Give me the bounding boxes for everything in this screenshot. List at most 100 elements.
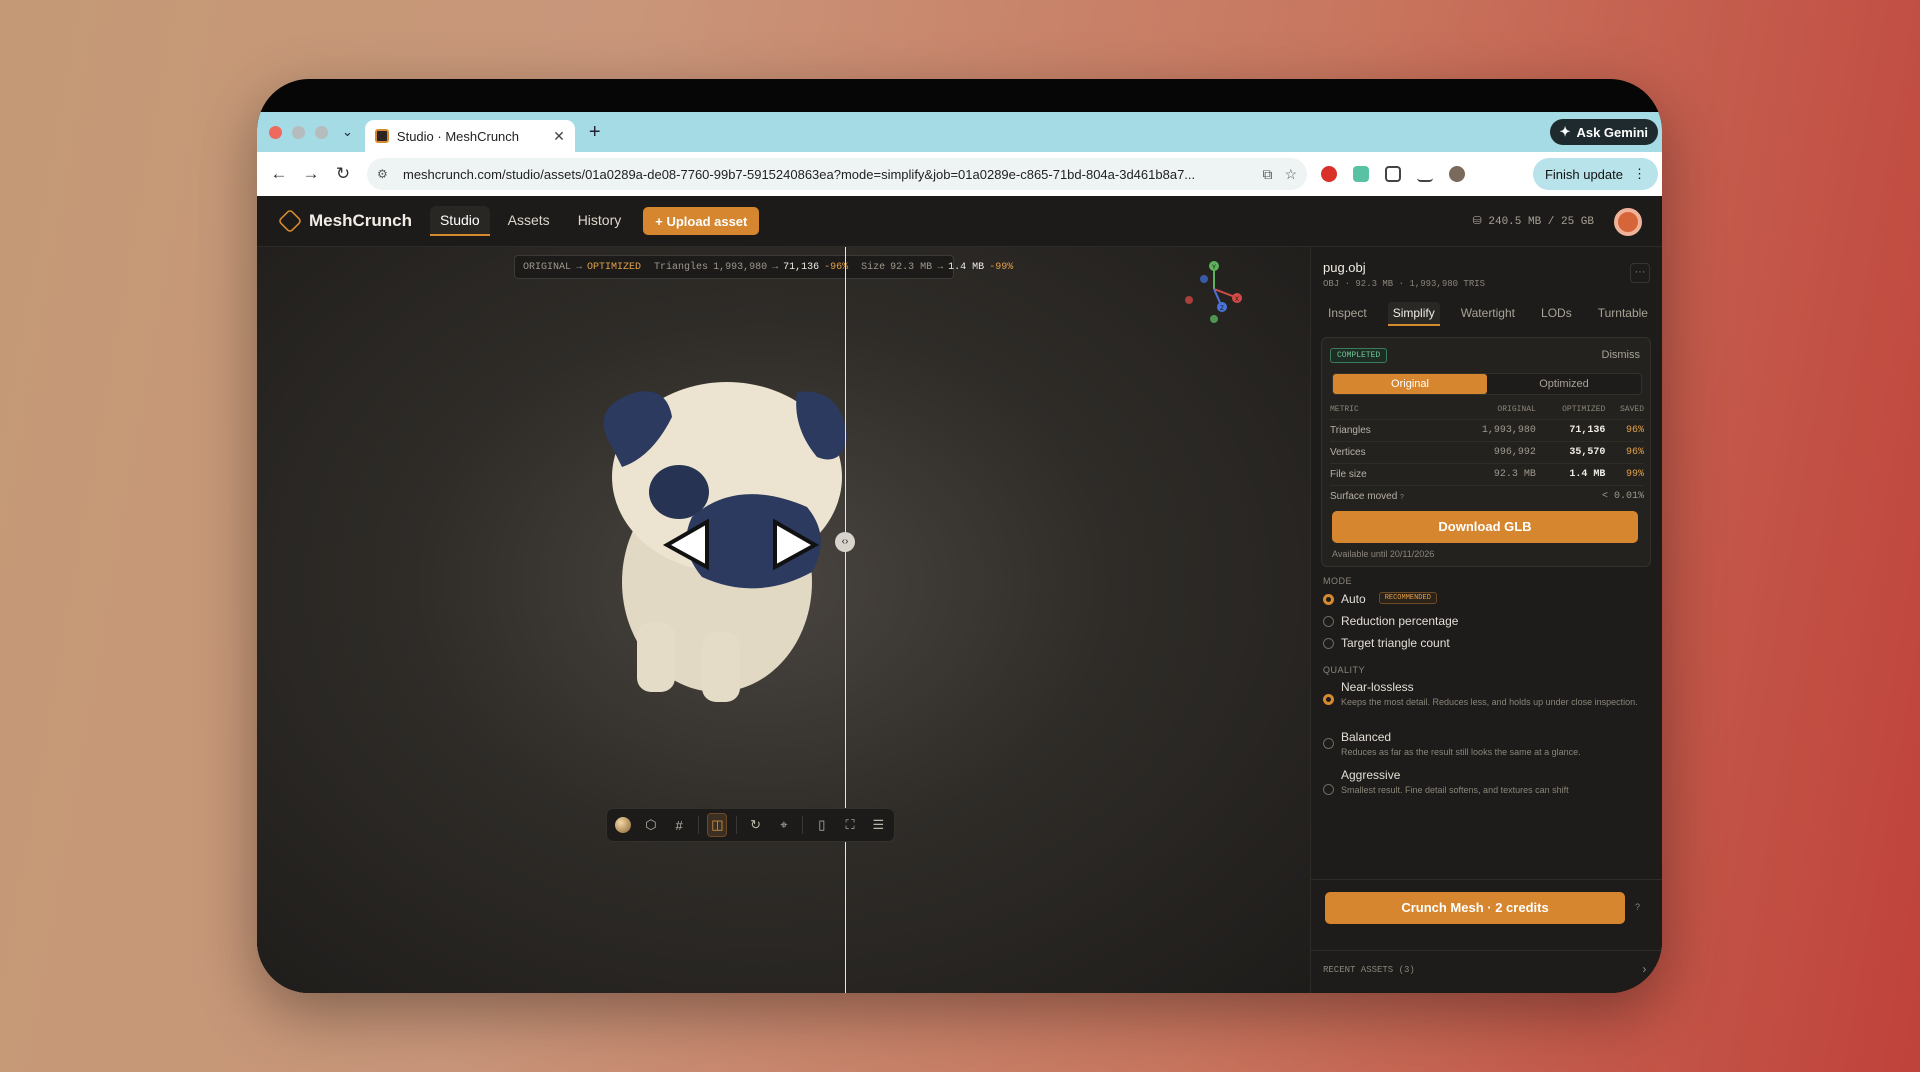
fullscreen-icon[interactable]: ⛶ [840, 813, 859, 837]
grid-icon[interactable]: # [670, 813, 689, 837]
ask-gemini-button[interactable]: ✦ Ask Gemini [1549, 119, 1658, 145]
close-window-button[interactable] [269, 125, 282, 139]
minimize-window-button[interactable] [292, 125, 305, 139]
quality-option: Aggressive Smallest result. Fine detail s… [1341, 768, 1641, 796]
nav-assets[interactable]: Assets [498, 206, 560, 236]
new-tab-button[interactable]: + [589, 121, 601, 144]
result-card: COMPLETED Dismiss Original Optimized MET… [1321, 337, 1651, 567]
ask-gemini-label: Ask Gemini [1576, 124, 1648, 140]
surface-moved-value: < 0.01% [1535, 485, 1644, 507]
more-options-button[interactable]: ··· [1630, 263, 1650, 283]
reload-icon[interactable]: ↻ [327, 164, 359, 184]
tab-turntable[interactable]: Turntable [1593, 302, 1653, 326]
url-field[interactable]: ⚙ meshcrunch.com/studio/assets/01a0289a-… [367, 158, 1307, 190]
help-icon[interactable]: ? [1400, 494, 1404, 501]
focus-icon[interactable]: ⌖ [774, 813, 793, 837]
meshcrunch-favicon-icon [374, 129, 389, 143]
original-cell: 1,993,980 [1448, 419, 1536, 442]
tab-studio[interactable]: Studio · MeshCrunch ✕ [364, 120, 575, 152]
nav-history[interactable]: History [568, 206, 632, 236]
recent-assets-label: RECENT ASSETS (3) [1323, 965, 1415, 975]
mode-reduction-radio[interactable]: Reduction percentage [1323, 614, 1458, 628]
original-label: ORIGINAL [523, 261, 572, 273]
storage-text: 240.5 MB / 25 GB [1488, 216, 1594, 228]
app-header: MeshCrunch Studio Assets History + Uploa… [257, 196, 1662, 247]
triangles-original: 1,993,980 [713, 261, 768, 273]
optimized-cell: 71,136 [1535, 419, 1606, 442]
upload-asset-button[interactable]: + Upload asset [643, 207, 760, 235]
metrics-table: METRIC ORIGINAL OPTIMIZED SAVED Triangle… [1330, 402, 1644, 507]
toolbar-divider [736, 816, 737, 834]
panel-tabs: Inspect Simplify Watertight LODs Turntab… [1323, 302, 1653, 326]
side-panel-icon[interactable]: ▯ [812, 813, 831, 837]
saved-cell: 96% [1605, 441, 1644, 464]
radio-selected-icon [1323, 594, 1334, 605]
brand[interactable]: MeshCrunch [277, 208, 412, 234]
compare-divider[interactable] [845, 247, 846, 993]
quality-aggressive-radio[interactable]: Aggressive Smallest result. Fine detail s… [1323, 768, 1641, 796]
bookmark-star-icon[interactable]: ☆ [1284, 166, 1297, 183]
kebab-menu-icon[interactable]: ⋮ [1633, 166, 1646, 182]
tab-lods[interactable]: LODs [1536, 302, 1577, 326]
cube-icon[interactable]: ⬡ [641, 813, 660, 837]
metric-cell: File size [1330, 463, 1449, 486]
brand-name: MeshCrunch [309, 211, 412, 230]
finish-update-button[interactable]: Finish update ⋮ [1532, 158, 1658, 190]
saved-cell: 96% [1605, 419, 1644, 442]
side-panel: pug.obj OBJ · 92.3 MB · 1,993,980 TRIS ·… [1310, 247, 1662, 993]
quality-balanced-radio[interactable]: Balanced Reduces as far as the result sti… [1323, 730, 1641, 758]
download-glb-button[interactable]: Download GLB [1332, 511, 1638, 543]
file-name: pug.obj [1323, 260, 1366, 275]
sliders-icon[interactable]: ☰ [869, 813, 888, 837]
back-arrow-icon[interactable]: ← [263, 164, 295, 184]
tab-simplify[interactable]: Simplify [1387, 302, 1440, 326]
site-settings-icon[interactable]: ⚙ [377, 167, 393, 181]
size-original: 92.3 MB [890, 261, 933, 273]
toggle-original[interactable]: Original [1333, 374, 1487, 394]
nav-studio[interactable]: Studio [429, 206, 490, 236]
split-compare-icon[interactable]: ◫ [707, 813, 728, 837]
table-row: File size 92.3 MB 1.4 MB 99% [1330, 463, 1644, 486]
quality-option: Balanced Reduces as far as the result sti… [1341, 730, 1641, 758]
download-icon[interactable] [1417, 166, 1433, 182]
extension-red-icon[interactable] [1321, 166, 1337, 182]
dismiss-button[interactable]: Dismiss [1602, 349, 1641, 361]
table-row: Surface moved ? < 0.01% [1330, 485, 1644, 507]
extension-green-icon[interactable] [1353, 166, 1369, 182]
zoom-window-button[interactable] [315, 125, 328, 139]
mode-auto-radio[interactable]: Auto RECOMMENDED [1323, 592, 1437, 606]
meshcrunch-logo-icon [277, 208, 303, 234]
quality-section-title: QUALITY [1323, 665, 1366, 675]
tab-inspect[interactable]: Inspect [1323, 302, 1372, 326]
avatar[interactable] [1614, 208, 1642, 236]
profile-icon[interactable] [1449, 166, 1465, 182]
chevron-right-icon: › [1640, 963, 1648, 977]
arrow-icon: → [772, 261, 779, 273]
extensions-puzzle-icon[interactable] [1385, 166, 1401, 182]
quality-description: Reduces as far as the result still looks… [1341, 747, 1581, 757]
help-icon[interactable]: ? [1635, 902, 1640, 912]
compare-handle-icon[interactable]: ‹› [835, 532, 855, 552]
forward-arrow-icon[interactable]: → [295, 164, 327, 184]
axis-z-label: Z [1220, 306, 1224, 312]
file-meta: OBJ · 92.3 MB · 1,993,980 TRIS [1323, 279, 1486, 289]
mode-target-radio[interactable]: Target triangle count [1323, 636, 1450, 650]
install-app-icon[interactable]: ⧉ [1262, 166, 1272, 183]
recent-assets[interactable]: RECENT ASSETS (3) › [1311, 950, 1662, 993]
tab-search-dropdown-icon[interactable]: ⌄ [342, 124, 353, 140]
close-tab-icon[interactable]: ✕ [553, 128, 565, 145]
device-frame: ⌄ Studio · MeshCrunch ✕ + ✦ Ask Gemini ←… [257, 79, 1662, 993]
axis-gizmo-icon[interactable]: Y X Z [1177, 257, 1257, 327]
tab-watertight[interactable]: Watertight [1456, 302, 1520, 326]
surface-moved-text: Surface moved [1330, 491, 1398, 502]
crunch-mesh-button[interactable]: Crunch Mesh · 2 credits [1325, 892, 1625, 924]
material-sphere-icon[interactable] [613, 813, 632, 837]
sparkle-icon: ✦ [1559, 124, 1571, 139]
toggle-optimized[interactable]: Optimized [1487, 374, 1641, 394]
rotate-icon[interactable]: ↻ [746, 813, 765, 837]
toolbar-divider [697, 816, 699, 834]
mode-label: Reduction percentage [1341, 614, 1459, 628]
3d-viewport[interactable]: ORIGINAL → OPTIMIZED Triangles 1,993,980… [257, 247, 1310, 993]
table-row: Triangles 1,993,980 71,136 96% [1330, 419, 1644, 442]
quality-near-lossless-radio[interactable]: Near-lossless Keeps the most detail. Redu… [1323, 680, 1641, 708]
